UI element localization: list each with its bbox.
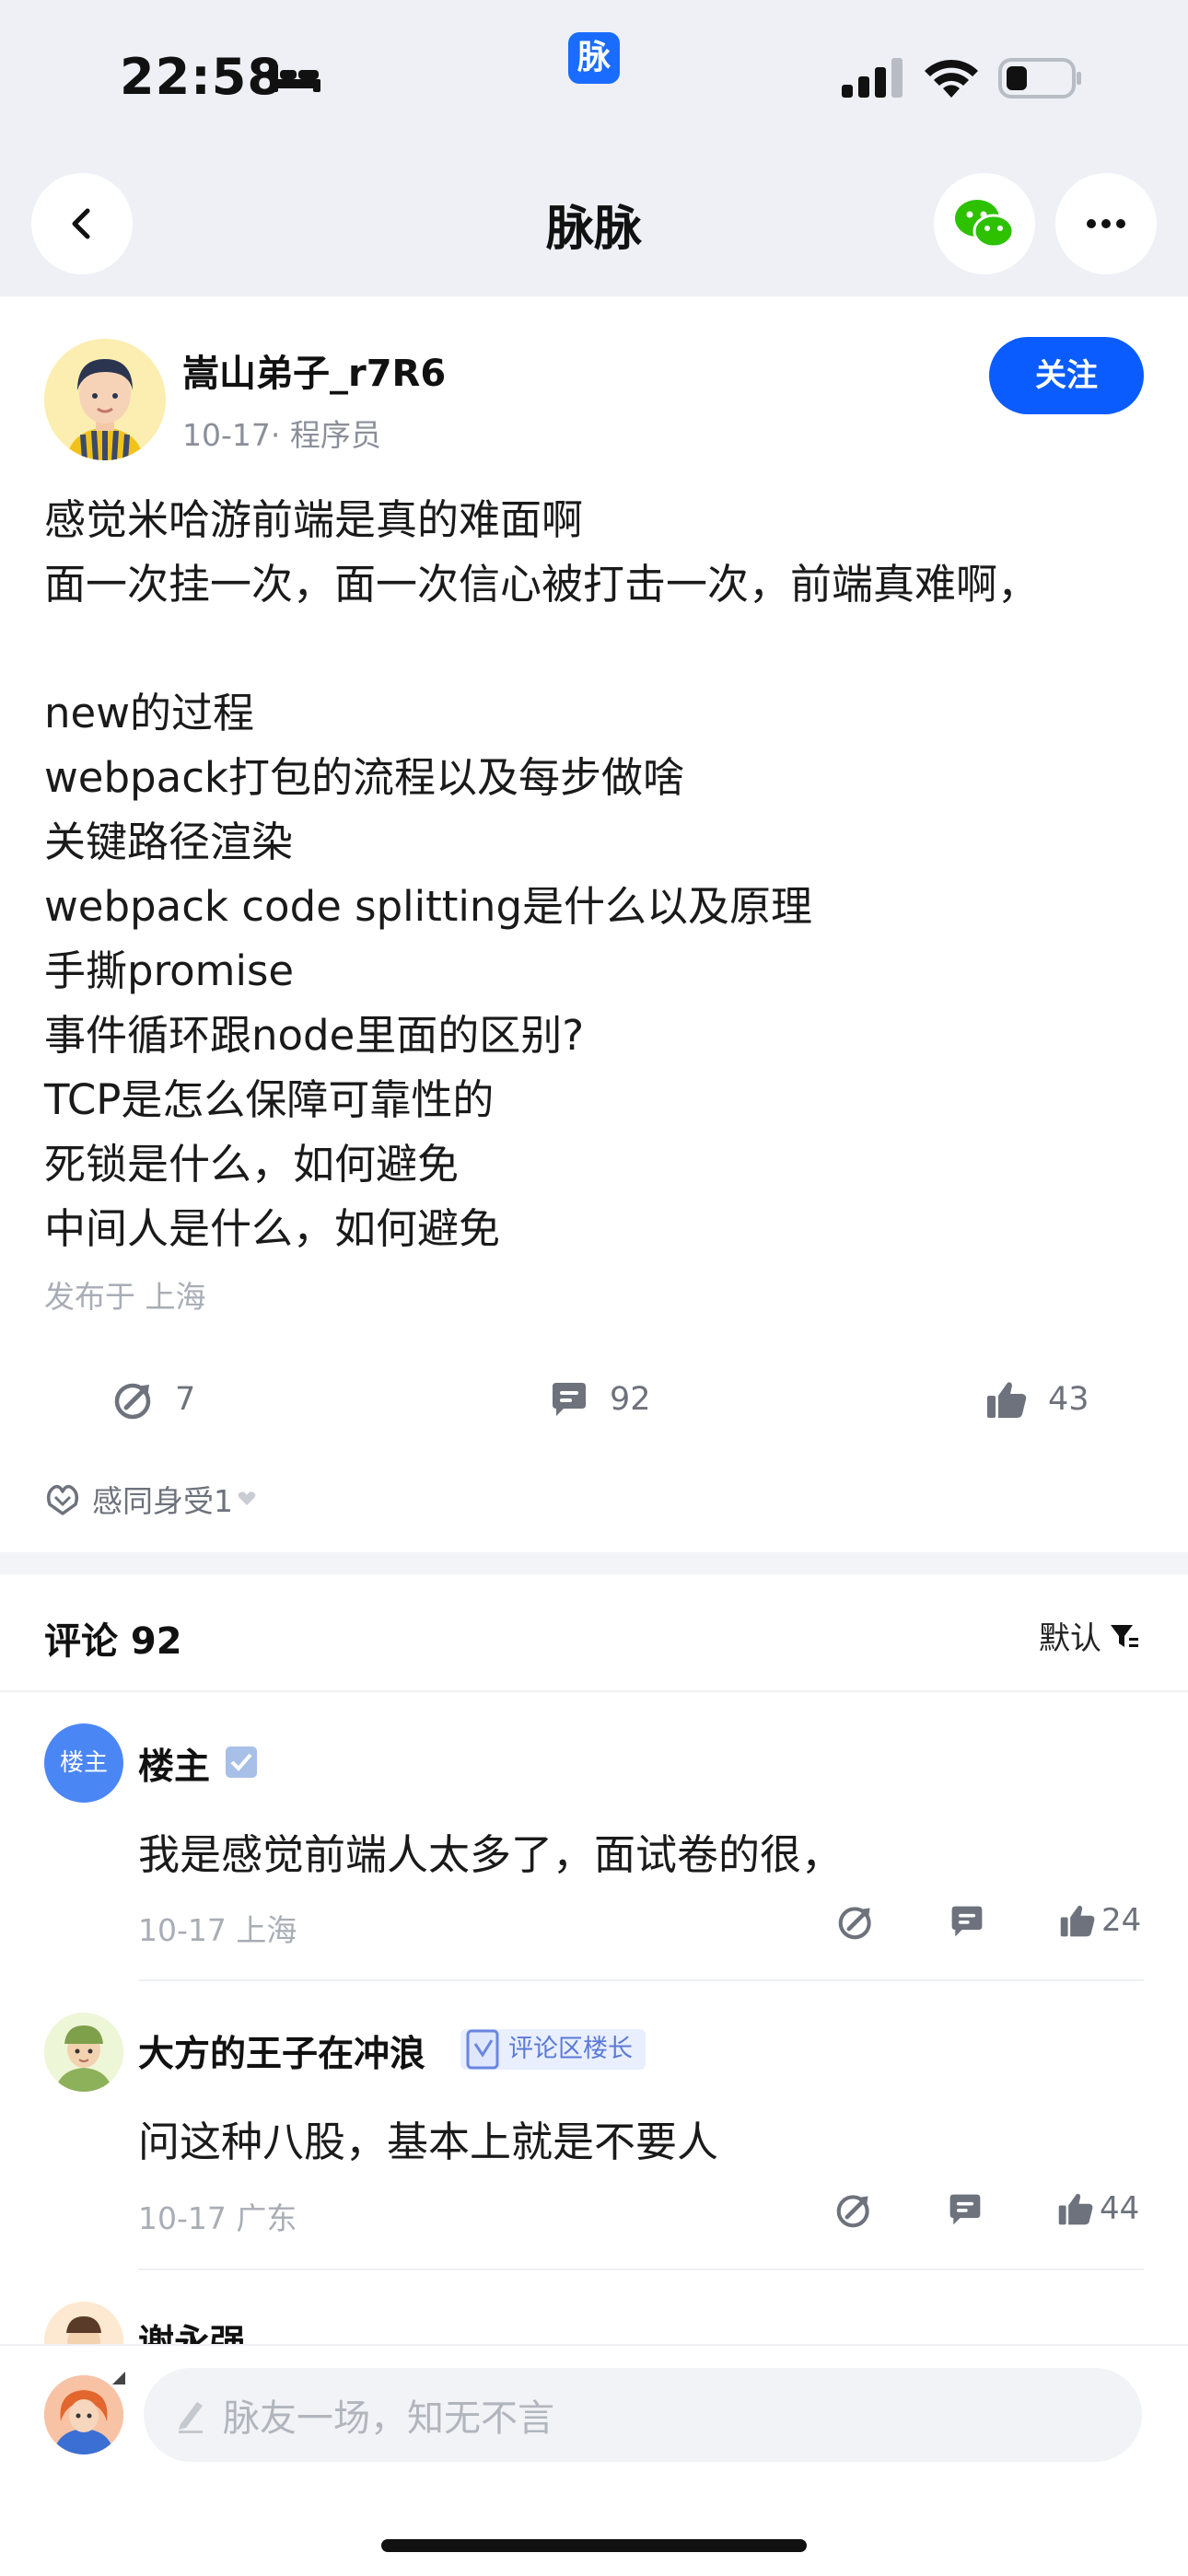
comment-meta: 10-17 广东	[138, 2200, 297, 2236]
heart-small-icon	[238, 1491, 256, 1505]
switch-identity-icon	[112, 2372, 125, 2385]
empathy-reaction[interactable]: 感同身受1	[44, 1477, 257, 1521]
comment-avatar[interactable]	[44, 2013, 123, 2092]
pencil-icon	[179, 2402, 203, 2433]
comment-text: 我是感觉前端人太多了，面试卷的很，	[138, 1830, 844, 1879]
wechat-icon	[955, 200, 1015, 249]
comment-icon	[553, 1383, 586, 1416]
share-icon[interactable]	[836, 2191, 873, 2228]
status-time: 22:58	[120, 48, 283, 106]
comment-author[interactable]: 楼主	[138, 1738, 210, 1790]
cellular-signal-icon	[842, 58, 903, 98]
sleep-focus-icon	[271, 64, 320, 92]
post-text-line: 感觉米哈游前端是真的难面啊	[44, 495, 584, 544]
top-commenter-label: 评论区楼长	[508, 2035, 633, 2063]
reply-icon[interactable]	[949, 1903, 985, 1940]
thumbs-up-icon	[987, 1382, 1027, 1418]
post-meta: 10-17· 程序员	[182, 417, 381, 453]
divider	[138, 2269, 1144, 2270]
comment-text: 问这种八股，基本上就是不要人	[138, 2118, 719, 2166]
sort-button[interactable]: 默认	[1039, 1613, 1140, 1658]
post-text-line: new的过程	[44, 689, 255, 737]
hug-icon	[46, 1484, 79, 1515]
wifi-icon	[925, 59, 978, 98]
author-avatar[interactable]	[44, 339, 166, 460]
comment-input-placeholder: 脉友一场，知无不言	[223, 2397, 554, 2440]
post-text-line: TCP是怎么保障可靠性的	[44, 1075, 495, 1124]
post-location: 发布于 上海	[44, 1279, 206, 1315]
post-text-line: 中间人是什么，如何避免	[44, 1204, 501, 1253]
empathy-label: 感同身受1	[92, 1483, 233, 1519]
post-text-line: 手撕promise	[44, 946, 295, 995]
more-options-button[interactable]	[1055, 173, 1157, 274]
share-icon[interactable]	[838, 1903, 875, 1940]
post-text-line: 死锁是什么，如何避免	[44, 1140, 460, 1189]
comments-title: 评论 92	[44, 1620, 182, 1663]
battery-icon	[998, 58, 1081, 99]
post-text-line: 关键路径渲染	[44, 818, 294, 866]
thumbs-up-icon	[1060, 1905, 1095, 1937]
divider	[138, 1979, 1144, 1981]
sort-label: 默认	[1039, 1620, 1101, 1657]
filter-icon	[1111, 1624, 1138, 1647]
verified-badge-icon	[226, 1746, 257, 1778]
share-icon	[114, 1383, 151, 1420]
post-text-line: webpack打包的流程以及每步做啥	[44, 753, 684, 802]
divider	[0, 1690, 1188, 1692]
like-count-button[interactable]: 43	[985, 1379, 1089, 1420]
more-dots-icon	[1087, 219, 1125, 228]
op-avatar-text: 楼主	[59, 1749, 108, 1777]
trophy-badge-icon	[466, 2029, 499, 2070]
comment-count: 92	[610, 1381, 651, 1418]
comment-like-count: 24	[1101, 1902, 1142, 1939]
comment-meta: 10-17 上海	[138, 1912, 297, 1948]
comment-like-button[interactable]: 44	[1057, 2190, 1139, 2227]
reply-icon[interactable]	[947, 2191, 984, 2228]
comment-like-button[interactable]: 24	[1059, 1902, 1141, 1939]
author-name[interactable]: 嵩山弟子_r7R6	[182, 343, 446, 397]
comment-author[interactable]: 大方的王子在冲浪	[138, 2025, 425, 2077]
follow-button[interactable]: 关注	[989, 337, 1144, 414]
post-text-line: 事件循环跟node里面的区别?	[44, 1011, 585, 1060]
like-count: 43	[1048, 1381, 1089, 1418]
home-indicator[interactable]	[381, 2539, 807, 2552]
comment-like-count: 44	[1100, 2190, 1140, 2227]
share-count: 7	[175, 1381, 196, 1418]
app-badge-icon: 脉	[568, 32, 620, 84]
my-avatar[interactable]	[44, 2375, 123, 2454]
share-count-button[interactable]: 7	[114, 1379, 195, 1420]
thumbs-up-icon	[1058, 2193, 1093, 2225]
top-commenter-tag: 评论区楼长	[460, 2029, 646, 2070]
post-text-line: 面一次挂一次，面一次信心被打击一次，前端真难啊，	[44, 560, 1040, 609]
wechat-share-button[interactable]	[934, 173, 1035, 274]
comment-avatar[interactable]: 楼主	[44, 1723, 123, 1803]
comment-input[interactable]: 脉友一场，知无不言	[144, 2368, 1142, 2462]
comment-count-button[interactable]: 92	[549, 1379, 651, 1420]
section-divider	[0, 1552, 1188, 1574]
post-text-line: webpack code splitting是什么以及原理	[44, 882, 813, 931]
